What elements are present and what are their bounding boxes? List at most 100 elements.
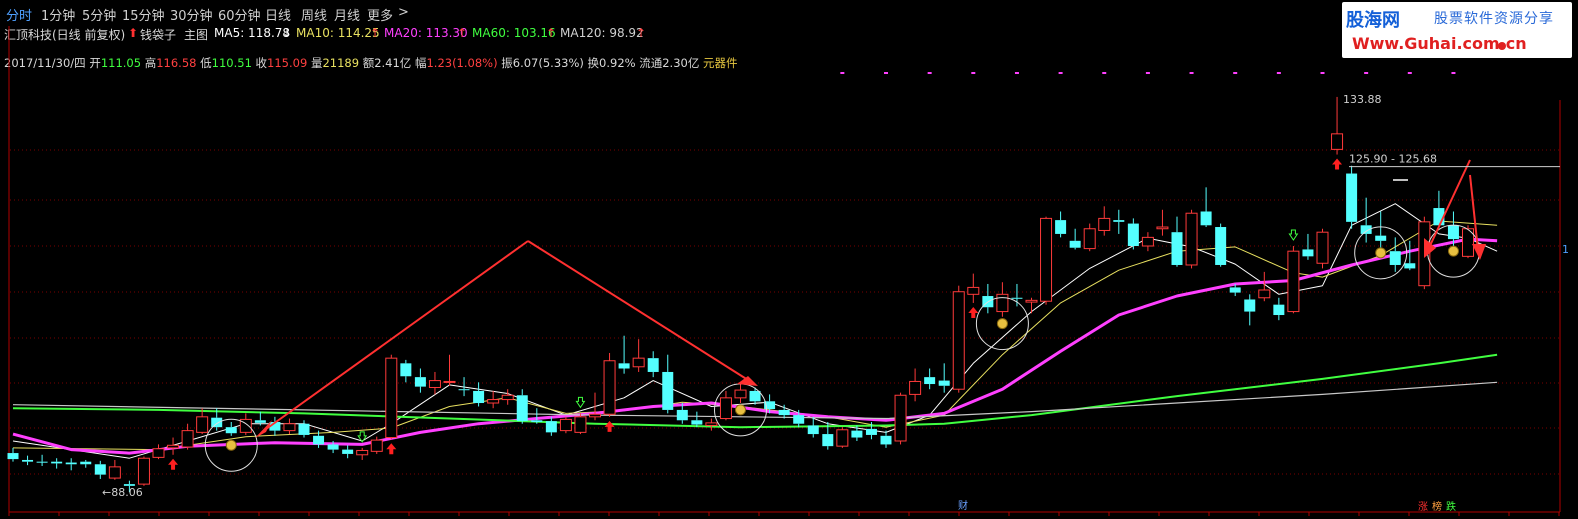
candle-body <box>1171 232 1183 265</box>
arrowhead-upper2-icon <box>1472 244 1486 260</box>
candle-body <box>632 357 645 368</box>
candle-up <box>1040 216 1053 305</box>
candle-body <box>822 434 834 447</box>
candle-down <box>414 368 426 393</box>
low-price-label: ←88.06 <box>102 486 143 499</box>
pink-dot <box>1189 72 1194 74</box>
candle-down <box>1433 190 1445 229</box>
candle-body <box>1127 223 1139 246</box>
candle-up <box>181 423 194 450</box>
candle-down <box>1011 283 1023 307</box>
candle-body <box>1069 240 1081 248</box>
candlestick-chart: 133.88 125.90 - 125.68 ←88.06 1 财 涨榜跌 <box>7 26 1569 516</box>
candle-up <box>1462 225 1474 259</box>
candle-body <box>1346 173 1358 222</box>
candle-up <box>559 416 572 434</box>
pink-dot <box>1320 72 1325 74</box>
candle-body <box>1200 211 1212 226</box>
candle-up <box>967 273 980 303</box>
candle-up <box>108 459 121 480</box>
candle-down <box>647 351 659 378</box>
candle-body <box>167 444 180 449</box>
candle-body <box>443 380 456 383</box>
right-edge-mark: 1 <box>1562 243 1569 256</box>
candle-body <box>603 360 616 415</box>
candle-up <box>909 368 922 402</box>
candle-up <box>428 371 441 395</box>
candle-up <box>894 392 907 445</box>
candle-down <box>1113 209 1125 234</box>
candle-body <box>909 380 922 395</box>
candle-body <box>1273 304 1285 316</box>
candle-body <box>225 427 237 434</box>
candle-body <box>894 394 907 442</box>
candle-up <box>167 437 180 455</box>
candle-body <box>516 395 528 422</box>
candle-body <box>691 420 703 425</box>
candle-up <box>356 447 369 460</box>
candle-down <box>865 422 877 440</box>
pink-dot-row <box>840 72 1456 74</box>
candle-body <box>1141 236 1154 247</box>
candle-body <box>1025 299 1038 303</box>
candle-body <box>356 449 369 456</box>
candle-down <box>473 382 485 407</box>
candle-down <box>342 445 354 459</box>
buy-arrow-icon <box>386 443 397 455</box>
candle-body <box>473 390 485 404</box>
candle-body <box>676 409 688 421</box>
candle-body <box>22 459 34 462</box>
candle-body <box>1389 251 1401 265</box>
candle-down <box>36 454 48 466</box>
candle-up <box>836 427 849 448</box>
candle-up <box>952 285 965 393</box>
candle-body <box>80 461 92 465</box>
candle-up <box>705 418 718 431</box>
candle-down <box>880 430 892 448</box>
candle-down <box>982 283 994 314</box>
candle-up <box>719 390 732 421</box>
candle-up <box>734 384 747 404</box>
candle-body <box>793 415 805 424</box>
candle-down <box>22 455 34 466</box>
candle-down <box>1171 216 1183 267</box>
candle-down <box>1215 223 1227 267</box>
candle-body <box>1011 297 1023 299</box>
candle-up <box>501 389 514 405</box>
candle-body <box>574 416 587 433</box>
candle-down <box>94 460 106 479</box>
pink-dot <box>840 72 845 74</box>
candle-down <box>662 354 674 414</box>
candle-body <box>137 457 150 485</box>
money-bag-icon <box>225 439 237 451</box>
candle-body <box>559 418 572 432</box>
candle-body <box>1447 225 1459 240</box>
candle-down <box>1055 211 1067 238</box>
candle-down <box>531 408 543 424</box>
limit-down-marker: 跌 <box>1446 500 1456 513</box>
candle-down <box>298 420 310 438</box>
candle-body <box>1331 133 1344 150</box>
candle-body <box>1316 231 1329 264</box>
candle-body <box>662 371 674 410</box>
candle-down <box>938 363 950 393</box>
limit-up-marker: 涨 <box>1418 501 1428 513</box>
candle-down <box>618 335 630 374</box>
candle-body <box>749 390 761 402</box>
candle-down <box>749 387 761 405</box>
candle-body <box>1113 220 1125 222</box>
candle-body <box>181 430 194 448</box>
candle-body <box>342 449 354 454</box>
candle-body <box>94 464 106 475</box>
pink-dot <box>884 72 888 74</box>
buy-arrow-icon <box>1332 158 1343 170</box>
candle-up <box>443 354 456 386</box>
pink-dot <box>1451 72 1456 74</box>
candle-down <box>80 459 92 468</box>
candle-body <box>36 461 48 463</box>
candle-up <box>1025 297 1038 314</box>
money-bag-icon <box>735 404 746 416</box>
candle-body <box>1404 263 1416 269</box>
candle-up <box>1156 209 1169 236</box>
money-bag-icon <box>1375 247 1387 259</box>
